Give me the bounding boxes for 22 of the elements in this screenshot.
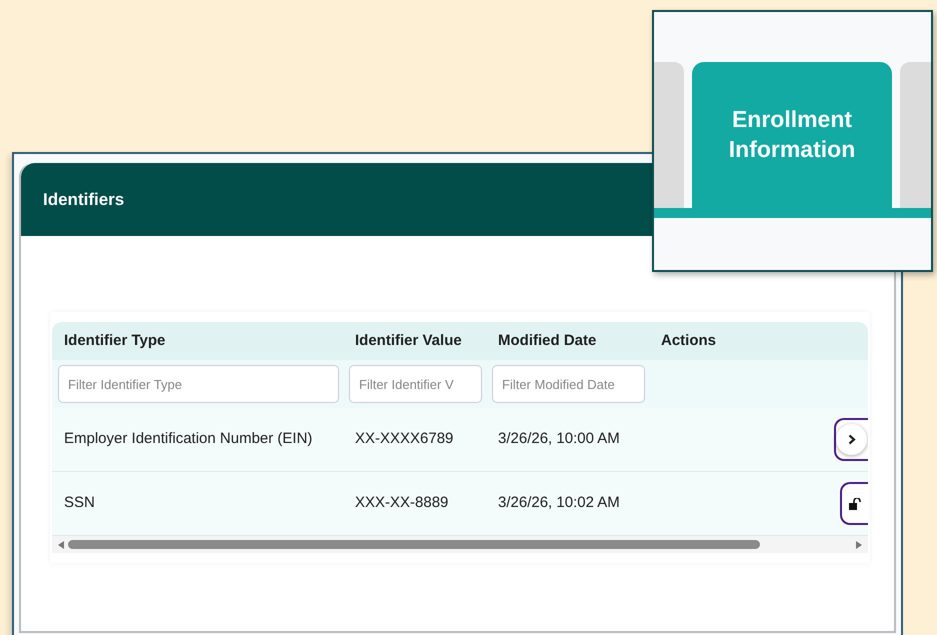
expand-button[interactable] [834,418,868,461]
table-cell: Employer Identification Number (EIN) [64,430,312,448]
card-title: Identifiers [43,188,124,211]
table-cell: SSN [64,494,95,512]
filter-field[interactable]: Filter Identifier Type [58,365,339,403]
scroll-right-icon[interactable] [856,540,862,548]
column-header: Identifier Type [63,330,166,351]
tab[interactable]: Enrollment Information [692,62,892,208]
filter-field[interactable]: Filter Identifier V [349,365,482,403]
table-cell: XX-XXXX6789 [355,430,454,448]
table-cell: 3/26/26, 10:00 AM [498,430,620,448]
unlock-button[interactable] [840,482,868,525]
column-header: Actions [660,330,718,351]
chevron-right-icon [848,434,856,445]
filter-field[interactable]: Filter Modified Date [492,365,645,403]
unlock-icon [849,498,861,510]
scroll-left-icon[interactable] [58,540,64,548]
scrollbar-thumb[interactable] [68,540,760,549]
table-cell: XXX-XX-8889 [355,494,448,512]
table-cell: 3/26/26, 10:02 AM [498,494,620,512]
column-header: Modified Date [497,330,598,351]
column-header: Identifier Value [354,330,463,351]
